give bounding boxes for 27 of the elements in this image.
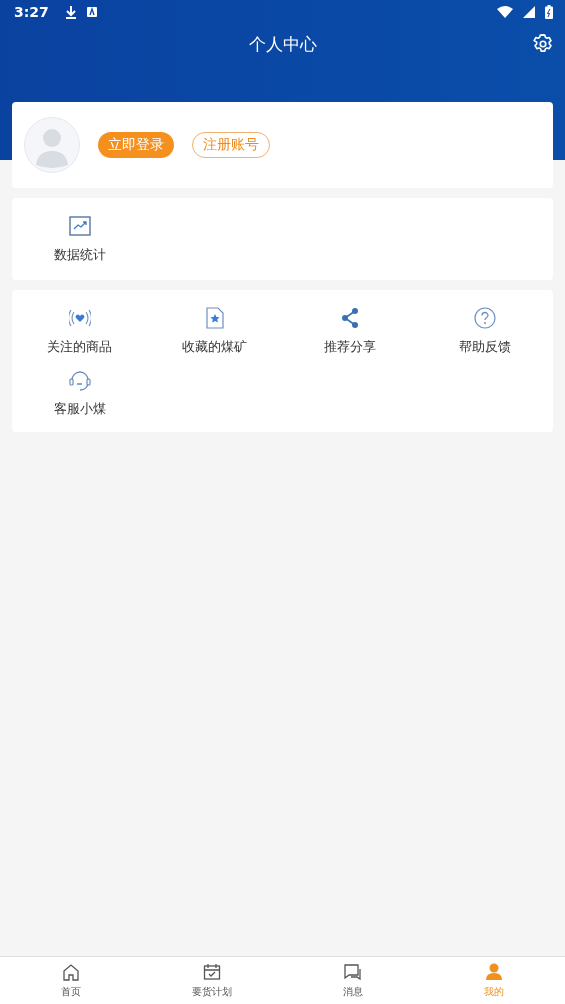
home-icon <box>61 962 80 981</box>
share-icon <box>340 306 361 330</box>
menu-item[interactable]: 帮助反馈 <box>417 306 553 356</box>
settings-icon[interactable] <box>532 33 554 55</box>
tab[interactable]: 消息 <box>282 957 424 1004</box>
tab[interactable]: 首页 <box>0 957 142 1004</box>
calendar-icon <box>202 962 221 981</box>
menu-item[interactable]: 推荐分享 <box>282 306 418 356</box>
download-icon <box>64 5 77 19</box>
menu-item[interactable]: 数据统计 <box>12 214 148 264</box>
chat-icon <box>344 962 363 981</box>
menu-item[interactable]: 收藏的煤矿 <box>147 306 283 356</box>
signal-icon <box>523 6 535 18</box>
menu-item[interactable]: 客服小煤 <box>12 368 148 418</box>
status-time: 3:27 <box>14 4 49 20</box>
star-document-icon <box>205 306 224 330</box>
headset-icon <box>68 368 91 392</box>
help-icon <box>474 306 497 330</box>
menu-item[interactable]: 关注的商品 <box>12 306 148 356</box>
user-icon <box>485 962 504 981</box>
battery-icon <box>545 5 553 19</box>
chart-icon <box>68 214 91 238</box>
avatar-icon <box>24 117 80 173</box>
tab[interactable]: 要货计划 <box>141 957 283 1004</box>
app-notification-icon <box>86 7 97 17</box>
wifi-icon <box>497 6 513 18</box>
page-title: 个人中心 <box>248 32 317 56</box>
